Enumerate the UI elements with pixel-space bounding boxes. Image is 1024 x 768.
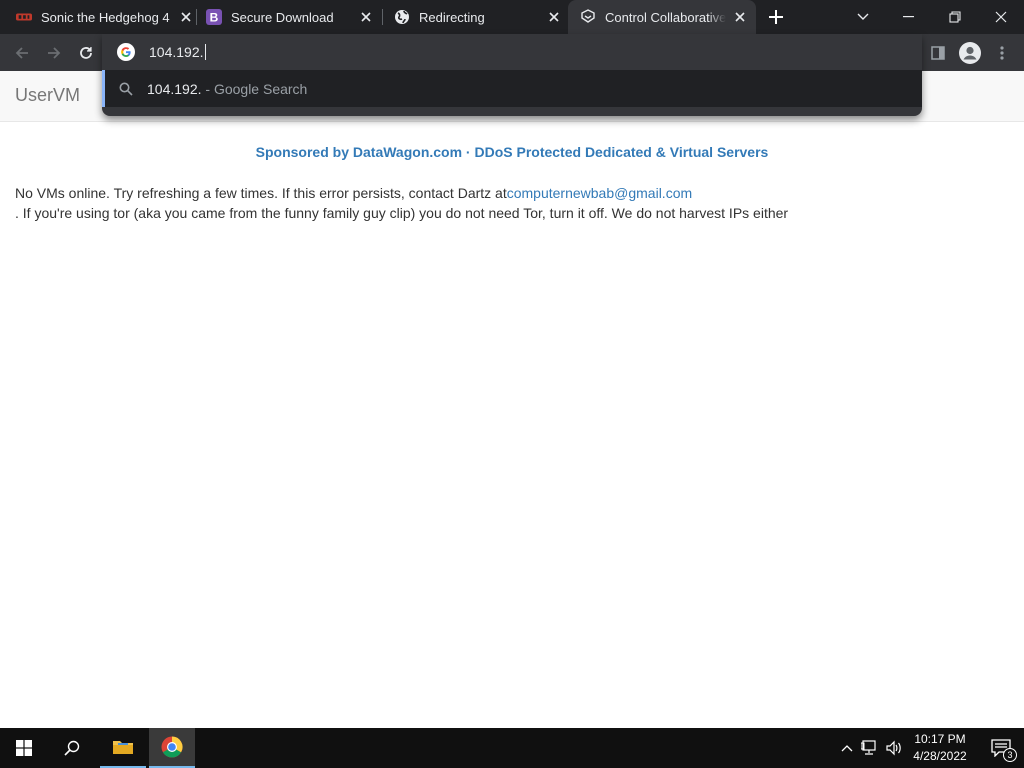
message-line-2: . If you're using tor (aka you came from… xyxy=(15,205,789,221)
error-message: No VMs online. Try refreshing a few time… xyxy=(15,183,788,223)
tab-separator xyxy=(196,9,197,25)
tab-strip: Sonic the Hedgehog 4 B Secure Download R… xyxy=(0,0,1024,34)
file-explorer-button[interactable] xyxy=(100,728,146,768)
tab-title: Secure Download xyxy=(231,9,334,25)
screen: Sonic the Hedgehog 4 B Secure Download R… xyxy=(0,0,1024,768)
reload-button[interactable] xyxy=(73,40,99,66)
close-icon xyxy=(995,11,1007,23)
action-center-button[interactable]: 3 xyxy=(978,728,1024,768)
tab-title: Redirecting xyxy=(419,9,485,25)
notifications-icon: 3 xyxy=(991,739,1017,762)
suggestion-query: 104.192. xyxy=(147,80,202,97)
close-tab-icon[interactable] xyxy=(358,9,374,25)
notification-count-badge: 3 xyxy=(1003,748,1017,762)
globe-icon xyxy=(394,9,410,25)
uservm-icon xyxy=(580,9,596,25)
tab-redirecting[interactable]: Redirecting xyxy=(394,0,562,34)
side-panel-icon xyxy=(931,46,945,60)
taskbar-search-button[interactable] xyxy=(49,728,95,768)
clock[interactable]: 10:17 PM 4/28/2022 xyxy=(905,731,975,765)
close-window-button[interactable] xyxy=(978,0,1024,34)
close-tab-icon[interactable] xyxy=(546,9,562,25)
chevron-down-icon xyxy=(857,13,869,20)
restore-icon xyxy=(949,11,961,23)
omnibox-input-text: 104.192. xyxy=(149,44,204,60)
page-content: UserVM Sponsored by DataWagon.com · DDoS… xyxy=(0,71,1024,728)
side-panel-button[interactable] xyxy=(925,40,951,66)
forward-button[interactable] xyxy=(41,40,67,66)
tab-search-button[interactable] xyxy=(840,0,886,34)
omnibox-input-row[interactable]: 104.192. xyxy=(102,34,922,70)
windows-icon xyxy=(16,740,32,756)
sonic-icon xyxy=(16,9,32,25)
close-tab-icon[interactable] xyxy=(178,9,194,25)
tab-title: Sonic the Hedgehog 4 xyxy=(41,9,170,25)
search-icon xyxy=(64,740,80,756)
suggestion-source: - Google Search xyxy=(201,80,308,97)
arrow-left-icon xyxy=(15,47,28,59)
text-caret xyxy=(204,44,206,60)
reload-icon xyxy=(80,47,92,59)
bootstrap-icon: B xyxy=(206,9,222,25)
chrome-taskbar-button[interactable] xyxy=(149,728,195,768)
new-tab-button[interactable] xyxy=(766,7,786,27)
tab-separator xyxy=(382,9,383,25)
restore-button[interactable] xyxy=(932,0,978,34)
chevron-up-icon xyxy=(841,745,853,752)
omnibox[interactable]: 104.192. 104.192. - Google Search xyxy=(102,34,922,116)
svg-text:B: B xyxy=(210,11,219,25)
start-button[interactable] xyxy=(1,728,47,768)
volume-icon xyxy=(886,740,901,756)
more-vert-icon xyxy=(1000,46,1004,60)
minimize-button[interactable] xyxy=(886,0,932,34)
clock-date: 4/28/2022 xyxy=(913,749,967,763)
search-icon xyxy=(119,82,133,96)
omnibox-input[interactable]: 104.192. xyxy=(149,44,206,60)
message-line-1: No VMs online. Try refreshing a few time… xyxy=(15,185,507,201)
chrome-icon xyxy=(161,736,183,758)
folder-icon xyxy=(113,741,133,754)
site-brand[interactable]: UserVM xyxy=(15,85,80,106)
arrow-right-icon xyxy=(48,47,61,59)
google-icon xyxy=(117,43,135,61)
sponsor-link[interactable]: Sponsored by DataWagon.com · DDoS Protec… xyxy=(0,144,1024,160)
menu-button[interactable] xyxy=(989,40,1015,66)
profile-button[interactable] xyxy=(957,40,983,66)
tab-sonic[interactable]: Sonic the Hedgehog 4 xyxy=(16,0,194,34)
email-link[interactable]: computernewbab@gmail.com xyxy=(507,185,692,201)
minimize-icon xyxy=(903,16,914,18)
plus-icon xyxy=(769,10,783,24)
clock-time: 10:17 PM xyxy=(914,732,966,746)
tab-title: Control Collaborative V xyxy=(605,9,726,25)
tab-secure-download[interactable]: B Secure Download xyxy=(206,0,374,34)
close-tab-icon[interactable] xyxy=(732,9,748,25)
back-button[interactable] xyxy=(9,40,35,66)
tab-control-collaborative[interactable]: Control Collaborative V xyxy=(568,0,756,34)
avatar-icon xyxy=(959,42,981,64)
omnibox-suggestion[interactable]: 104.192. - Google Search xyxy=(102,70,922,107)
taskbar: 10:17 PM 4/28/2022 3 xyxy=(0,728,1024,768)
